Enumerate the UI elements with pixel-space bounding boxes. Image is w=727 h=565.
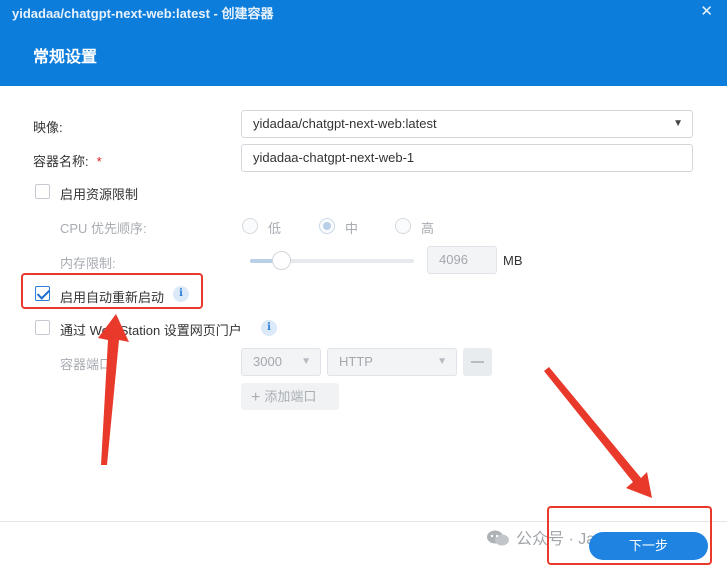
image-select-value: yidadaa/chatgpt-next-web:latest [253, 116, 437, 131]
container-name-label-text: 容器名称: [33, 154, 89, 169]
wechat-icon [487, 530, 509, 546]
web-station-label: 通过 Web Station 设置网页门户 [60, 323, 242, 338]
cpu-priority-low-label: 低 [268, 221, 282, 236]
container-name-value: yidadaa-chatgpt-next-web-1 [253, 150, 415, 165]
memory-value: 4096 [439, 252, 468, 267]
dropdown-caret-icon: ▼ [301, 356, 311, 367]
remove-port-button[interactable] [463, 348, 492, 376]
protocol-select[interactable]: HTTP ▼ [327, 348, 457, 376]
container-name-input[interactable]: yidadaa-chatgpt-next-web-1 [241, 144, 693, 172]
cpu-priority-mid-label: 中 [345, 221, 359, 236]
cpu-priority-high-radio[interactable] [395, 218, 411, 234]
cpu-priority-high-label: 高 [421, 221, 435, 236]
cpu-priority-low-radio[interactable] [242, 218, 258, 234]
required-marker: * [96, 154, 102, 169]
dropdown-caret-icon: ▼ [673, 118, 683, 129]
dialog-header: yidadaa/chatgpt-next-web:latest - 创建容器 ✕… [0, 0, 727, 86]
container-port-label: 容器端口: [60, 357, 116, 372]
resource-limit-checkbox[interactable] [35, 184, 50, 199]
memory-limit-label: 内存限制: [60, 256, 116, 271]
plus-icon: + [251, 389, 261, 406]
container-name-label: 容器名称: * [33, 151, 102, 170]
memory-slider-handle[interactable] [272, 251, 291, 270]
close-icon[interactable]: ✕ [700, 2, 713, 20]
image-label: 映像: [33, 120, 63, 135]
memory-unit: MB [503, 253, 523, 268]
resource-limit-label: 启用资源限制 [60, 187, 139, 202]
image-select[interactable]: yidadaa/chatgpt-next-web:latest ▼ [241, 110, 693, 138]
add-port-label: 添加端口 [264, 389, 317, 404]
port-select[interactable]: 3000 ▼ [241, 348, 321, 376]
add-port-button[interactable]: + 添加端口 [241, 383, 339, 410]
cpu-priority-mid-radio[interactable] [319, 218, 335, 234]
section-title: 常规设置 [33, 49, 98, 66]
next-button-highlight [547, 506, 712, 565]
info-icon[interactable]: i [261, 320, 277, 336]
port-value: 3000 [253, 354, 282, 369]
cpu-priority-label: CPU 优先顺序: [60, 221, 147, 236]
window-title: yidadaa/chatgpt-next-web:latest - 创建容器 [12, 6, 274, 21]
protocol-value: HTTP [339, 354, 373, 369]
dropdown-caret-icon: ▼ [437, 356, 447, 367]
web-station-checkbox[interactable] [35, 320, 50, 335]
auto-restart-highlight [21, 273, 203, 309]
memory-input[interactable]: 4096 [427, 246, 497, 274]
